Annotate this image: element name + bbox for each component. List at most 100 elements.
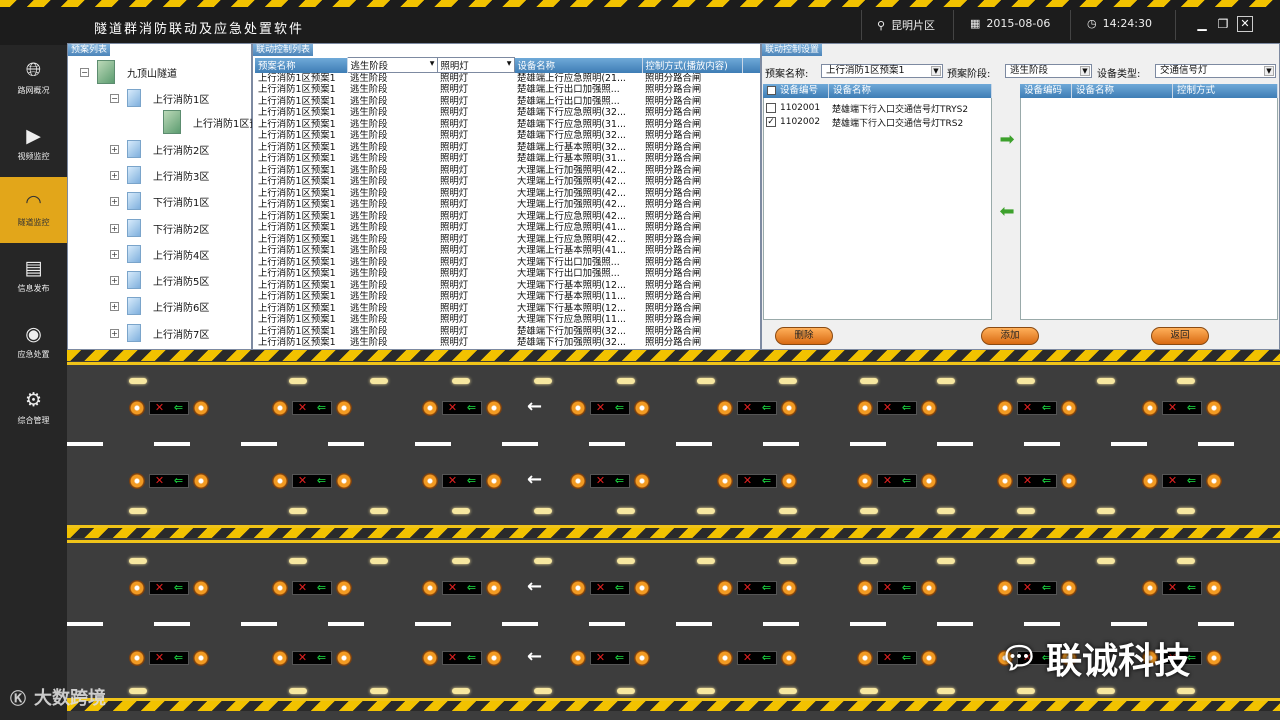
watermark-dashu: Ⓚ 大数跨境: [10, 684, 106, 710]
tree-node-root[interactable]: − 九顶山隧道: [80, 60, 177, 84]
folder-icon: [127, 245, 141, 263]
table-row[interactable]: 上行消防1区预案1 逃生阶段 照明灯 楚雄端上行应急照明(21... 照明分路合闸: [255, 73, 760, 85]
tree-node[interactable]: + 上行消防7区: [110, 323, 209, 343]
table-row[interactable]: 上行消防1区预案1 逃生阶段 照明灯 楚雄端下行应急照明(31... 照明分路合闸: [255, 119, 760, 131]
collapse-icon[interactable]: −: [110, 93, 119, 103]
tree-node[interactable]: + 下行消防2区: [110, 218, 209, 238]
table-row[interactable]: 上行消防1区预案1 逃生阶段 照明灯 大理端上行应急照明(41... 照明分路合闸: [255, 222, 760, 234]
collapse-icon[interactable]: −: [80, 67, 89, 77]
device-type-select[interactable]: 交通信号灯 ▼: [1155, 64, 1276, 78]
dropdown-arrow-icon[interactable]: ▼: [1080, 66, 1090, 76]
table-row[interactable]: 上行消防1区预案1 逃生阶段 照明灯 大理端上行应急照明(42... 照明分路合闸: [255, 234, 760, 246]
dropdown-arrow-icon[interactable]: ▼: [931, 66, 941, 76]
tree-node[interactable]: + 上行消防2区: [110, 139, 209, 159]
tree-node-leaf[interactable]: 上行消防1区预: [163, 110, 259, 134]
device-row[interactable]: ✓ 1102002 楚雄端下行入口交通信号灯TRS2: [766, 115, 963, 129]
dropdown-arrow-icon[interactable]: ▾: [430, 59, 435, 70]
tree-node[interactable]: + 上行消防5区: [110, 270, 209, 290]
table-cell: [742, 326, 760, 338]
delete-button[interactable]: 删除: [775, 327, 833, 345]
ceiling-light: [779, 688, 797, 694]
col-stage-filter[interactable]: 逃生阶段 ▾: [346, 57, 438, 73]
table-row[interactable]: 上行消防1区预案1 逃生阶段 照明灯 楚雄端下行应急照明(32... 照明分路合闸: [255, 130, 760, 142]
table-row[interactable]: 上行消防1区预案1 逃生阶段 照明灯 大理端上行应急照明(42... 照明分路合闸: [255, 211, 760, 223]
table-cell: 逃生阶段: [350, 199, 388, 211]
table-row[interactable]: 上行消防1区预案1 逃生阶段 照明灯 大理端上行加强照明(42... 照明分路合闸: [255, 188, 760, 200]
expand-icon[interactable]: +: [110, 275, 119, 285]
expand-icon[interactable]: +: [110, 223, 119, 233]
tree-node[interactable]: + 上行消防6区: [110, 296, 209, 316]
col-control-mode[interactable]: 控制方式: [1173, 84, 1278, 98]
traffic-signal: ✕ ⇐: [737, 581, 777, 595]
table-row[interactable]: 上行消防1区预案1 逃生阶段 照明灯 大理端上行加强照明(42... 照明分路合闸: [255, 199, 760, 211]
expand-icon[interactable]: +: [110, 144, 119, 154]
title-bar: 隧道群消防联动及应急处置软件 ⚲ 昆明片区 ▦ 2015-08-06 ◷ 14:24:…: [0, 0, 1280, 45]
tree-node[interactable]: + 上行消防4区: [110, 244, 209, 264]
col-control-mode[interactable]: 控制方式(播放内容): [642, 57, 743, 73]
select-all-checkbox[interactable]: [767, 86, 776, 95]
col-device-id[interactable]: 设备编号: [763, 84, 829, 98]
table-row[interactable]: 上行消防1区预案1 逃生阶段 照明灯 楚雄端上行基本照明(31... 照明分路合闸: [255, 153, 760, 165]
expand-icon[interactable]: +: [110, 249, 119, 259]
back-button[interactable]: 返回: [1151, 327, 1209, 345]
expand-icon[interactable]: +: [110, 170, 119, 180]
col-type-filter[interactable]: 照明灯 ▾: [436, 57, 515, 73]
plan-name-select[interactable]: 上行消防1区预案1 ▼: [821, 64, 943, 78]
table-row[interactable]: 上行消防1区预案1 逃生阶段 照明灯 楚雄端上行出口加强照... 照明分路合闸: [255, 96, 760, 108]
link-control-table: 预案名称 逃生阶段 ▾ 照明灯 ▾ 设备名称 控制方式(播放内容) 上行消防1区预案…: [255, 57, 760, 349]
table-row[interactable]: 上行消防1区预案1 逃生阶段 照明灯 大理端下行基本照明(11... 照明分路合闸: [255, 291, 760, 303]
dropdown-arrow-icon[interactable]: ▾: [507, 59, 512, 70]
close-button[interactable]: ✕: [1237, 16, 1253, 32]
device-checkbox[interactable]: [766, 103, 776, 113]
nav-general-admin[interactable]: ⚙ 综合管理: [0, 375, 67, 441]
tree-node[interactable]: − 上行消防1区: [110, 88, 209, 108]
panel-title: 联动控制设置: [762, 44, 823, 56]
table-row[interactable]: 上行消防1区预案1 逃生阶段 照明灯 大理端下行应急照明(11... 照明分路合闸: [255, 314, 760, 326]
maximize-button[interactable]: ❐: [1215, 16, 1231, 32]
tree-node[interactable]: + 下行消防1区: [110, 191, 209, 211]
jet-fan-icon: [570, 580, 586, 596]
device-checkbox[interactable]: ✓: [766, 117, 776, 127]
table-row[interactable]: 上行消防1区预案1 逃生阶段 照明灯 大理端下行基本照明(12... 照明分路合闸: [255, 303, 760, 315]
minimize-button[interactable]: ▁: [1194, 16, 1210, 32]
expand-icon[interactable]: +: [110, 196, 119, 206]
nav-video-monitor[interactable]: ▶ 视频监控: [0, 111, 67, 177]
red-cross-icon: ✕: [447, 651, 458, 664]
table-row[interactable]: 上行消防1区预案1 逃生阶段 照明灯 大理端上行基本照明(41... 照明分路合闸: [255, 245, 760, 257]
device-row[interactable]: 1102001 楚雄端下行入口交通信号灯TRYS2: [766, 101, 968, 115]
nav-tunnel-monitor[interactable]: ◠ 隧道监控: [0, 177, 67, 243]
table-row[interactable]: 上行消防1区预案1 逃生阶段 照明灯 楚雄端下行加强照明(32... 照明分路合闸: [255, 326, 760, 338]
table-row[interactable]: 上行消防1区预案1 逃生阶段 照明灯 大理端上行加强照明(42... 照明分路合闸: [255, 176, 760, 188]
col-device-name[interactable]: 设备名称: [1072, 84, 1173, 98]
jet-fan-icon: [193, 650, 209, 666]
location-pin-icon: ⚲: [877, 18, 886, 32]
col-device-code[interactable]: 设备编码: [1020, 84, 1072, 98]
expand-icon[interactable]: +: [110, 301, 119, 311]
nav-info-publish[interactable]: ▤ 信息发布: [0, 243, 67, 309]
table-cell: 照明分路合闸: [645, 176, 702, 188]
add-button[interactable]: 添加: [981, 327, 1039, 345]
dropdown-arrow-icon[interactable]: ▼: [1264, 66, 1274, 76]
nav-emergency[interactable]: ◉ 应急处置: [0, 309, 67, 375]
green-arrow-icon: ⇐: [316, 651, 327, 664]
plan-stage-select[interactable]: 逃生阶段 ▼: [1005, 64, 1092, 78]
table-row[interactable]: 上行消防1区预案1 逃生阶段 照明灯 楚雄端下行应急照明(32... 照明分路合闸: [255, 107, 760, 119]
expand-icon[interactable]: +: [110, 328, 119, 338]
col-device-name[interactable]: 设备名称: [514, 57, 643, 73]
table-row[interactable]: 上行消防1区预案1 逃生阶段 照明灯 大理端下行基本照明(12... 照明分路合闸: [255, 280, 760, 292]
jet-fan-icon: [193, 580, 209, 596]
table-row[interactable]: 上行消防1区预案1 逃生阶段 照明灯 楚雄端上行基本照明(32... 照明分路合闸: [255, 142, 760, 154]
col-plan-name[interactable]: 预案名称: [255, 57, 348, 73]
nav-road-overview[interactable]: 🌐︎ 路网概况: [0, 45, 67, 111]
table-row[interactable]: 上行消防1区预案1 逃生阶段 照明灯 大理端下行出口加强照... 照明分路合闸: [255, 268, 760, 280]
table-row[interactable]: 上行消防1区预案1 逃生阶段 照明灯 大理端下行出口加强照... 照明分路合闸: [255, 257, 760, 269]
col-device-name[interactable]: 设备名称: [829, 84, 992, 98]
table-row[interactable]: 上行消防1区预案1 逃生阶段 照明灯 楚雄端下行加强照明(32... 照明分路合闸: [255, 337, 760, 349]
move-left-arrow-icon[interactable]: ⬅: [994, 203, 1020, 221]
table-row[interactable]: 上行消防1区预案1 逃生阶段 照明灯 楚雄端上行出口加强照... 照明分路合闸: [255, 84, 760, 96]
table-cell: 照明灯: [440, 314, 469, 326]
tunnel-edge-line: [67, 525, 1280, 528]
move-right-arrow-icon[interactable]: ➡: [994, 131, 1020, 149]
table-row[interactable]: 上行消防1区预案1 逃生阶段 照明灯 大理端上行加强照明(42... 照明分路合闸: [255, 165, 760, 177]
tree-node[interactable]: + 上行消防3区: [110, 165, 209, 185]
